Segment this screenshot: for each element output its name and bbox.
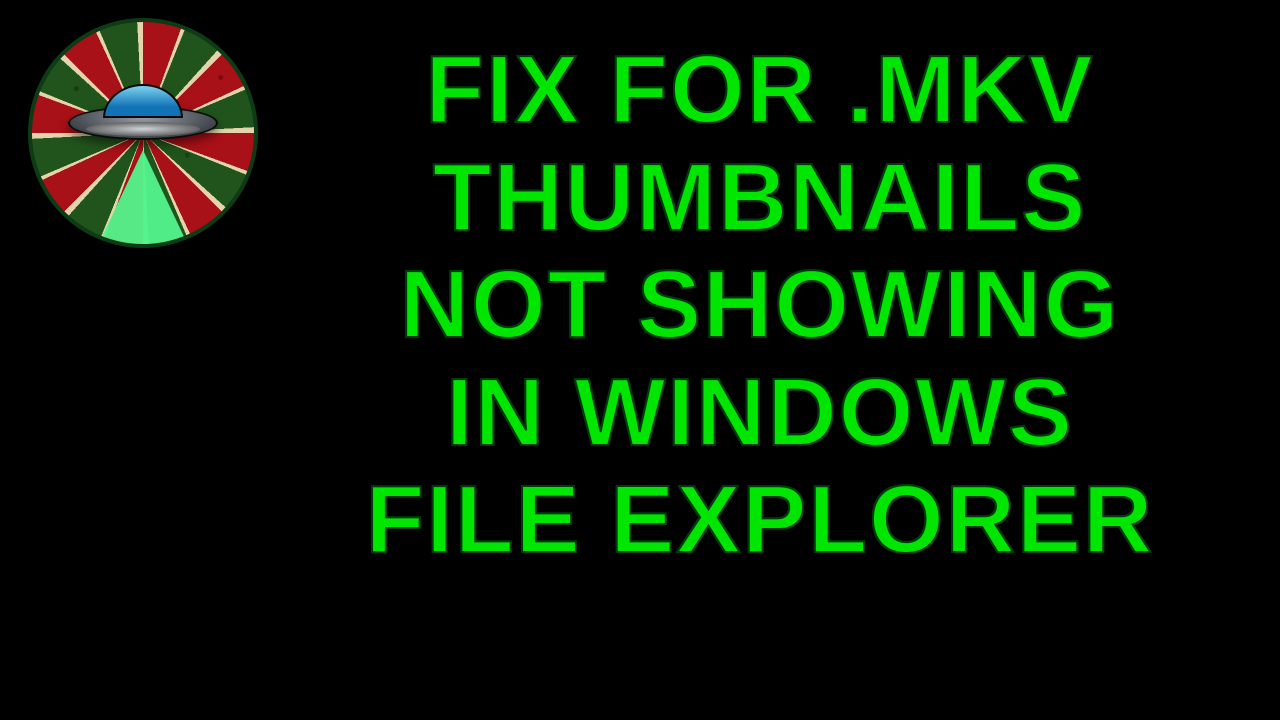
title-line-2: THUMBNAILS [300, 144, 1220, 252]
ufo-icon [68, 82, 218, 152]
thumbnail-title: FIX FOR .MKV THUMBNAILS NOT SHOWING IN W… [300, 36, 1220, 574]
title-line-1: FIX FOR .MKV [300, 36, 1220, 144]
ufo-channel-logo [28, 18, 258, 248]
tractor-beam [91, 150, 195, 248]
title-line-5: FILE EXPLORER [300, 466, 1220, 574]
title-line-3: NOT SHOWING [300, 251, 1220, 359]
title-line-4: IN WINDOWS [300, 359, 1220, 467]
